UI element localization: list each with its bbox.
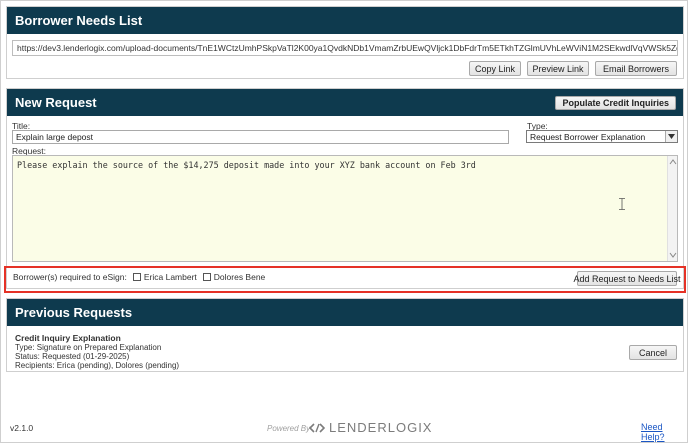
request-textarea[interactable]: Please explain the source of the $14,275… <box>12 155 678 262</box>
scroll-up-icon <box>669 159 677 165</box>
scroll-down-icon <box>669 252 677 258</box>
cancel-button[interactable]: Cancel <box>629 345 677 360</box>
powered-by-label: Powered By <box>267 424 311 433</box>
new-request-title: New Request <box>15 95 97 110</box>
chevron-down-icon <box>665 131 677 142</box>
logo-text: LENDERLOGIX <box>329 420 433 435</box>
needs-list-panel: Borrower Needs List https://dev3.lenderl… <box>6 6 684 79</box>
need-help-link[interactable]: Need Help? <box>641 422 687 442</box>
type-select[interactable]: Request Borrower Explanation <box>526 130 678 143</box>
previous-request-status: Status: Requested (01-29-2025) <box>15 352 130 361</box>
logo-chevrons-icon <box>309 422 325 433</box>
needs-list-title: Borrower Needs List <box>15 13 143 28</box>
populate-credit-inquiries-button[interactable]: Populate Credit Inquiries <box>555 95 676 110</box>
needs-list-url[interactable]: https://dev3.lenderlogix.com/upload-docu… <box>12 40 678 56</box>
email-borrowers-button[interactable]: Email Borrowers <box>595 61 677 76</box>
text-cursor-icon <box>619 198 625 210</box>
previous-request-recipients: Recipients: Erica (pending), Dolores (pe… <box>15 361 180 370</box>
needs-list-actions: Copy Link Preview Link Email Borrowers <box>469 61 677 76</box>
version-label: v2.1.0 <box>10 423 34 433</box>
title-input[interactable]: Explain large depost <box>12 130 509 144</box>
needs-list-header: Borrower Needs List <box>7 7 683 34</box>
preview-link-button[interactable]: Preview Link <box>527 61 589 76</box>
new-request-panel: New Request Populate Credit Inquiries Ti… <box>6 88 684 289</box>
previous-requests-panel: Previous Requests Credit Inquiry Explana… <box>6 298 684 372</box>
new-request-header: New Request Populate Credit Inquiries <box>7 89 683 116</box>
request-text: Please explain the source of the $14,275… <box>17 160 476 170</box>
textarea-scrollbar[interactable] <box>667 156 677 261</box>
app-window: Borrower Needs List https://dev3.lenderl… <box>0 0 688 443</box>
copy-link-button[interactable]: Copy Link <box>469 61 521 76</box>
previous-requests-title: Previous Requests <box>15 305 133 320</box>
previous-requests-header: Previous Requests <box>7 299 683 326</box>
highlight-box <box>4 266 686 293</box>
type-select-value: Request Borrower Explanation <box>530 132 646 142</box>
lenderlogix-logo: LENDERLOGIX <box>309 420 432 435</box>
previous-request-type: Type: Signature on Prepared Explanation <box>15 343 162 352</box>
previous-request-name: Credit Inquiry Explanation <box>15 333 121 343</box>
